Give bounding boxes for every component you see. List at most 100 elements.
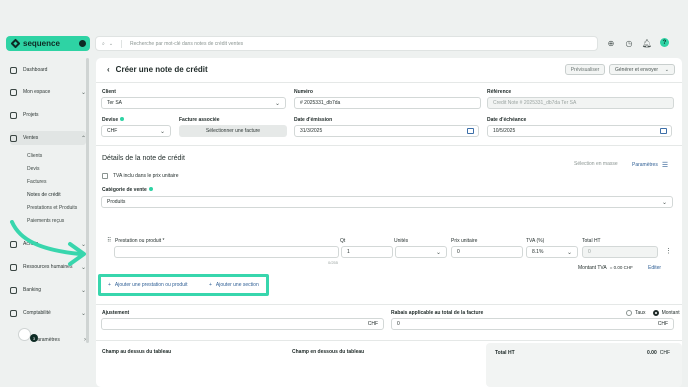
- generate-send-button[interactable]: Générer et envoyer ⌄: [609, 64, 675, 75]
- add-item-label: Ajouter une prestation ou produit: [114, 282, 188, 288]
- search-input[interactable]: Recherche par mot-clé dans notes de créd…: [130, 41, 243, 47]
- sidebar-item-label: Comptabilité: [23, 310, 51, 316]
- sidebar-item-mon-espace[interactable]: Mon espace ⌄: [10, 86, 86, 98]
- plus-icon: +: [209, 282, 212, 288]
- ajustement-input[interactable]: CHF: [101, 318, 384, 330]
- add-item-button[interactable]: + Ajouter une prestation ou produit: [108, 282, 187, 288]
- select-invoice-button[interactable]: Sélectionner une facture: [179, 125, 287, 137]
- chevron-down-icon: ⌄: [661, 199, 667, 206]
- montant-tva-value: = 0.00 CHF: [609, 265, 633, 270]
- client-label: Client: [102, 89, 116, 95]
- categorie-value: Produits: [107, 199, 126, 205]
- devise-value: CHF: [107, 128, 118, 134]
- page-title-text: Créer une note de crédit: [115, 65, 208, 74]
- sidebar-item-comptabilite[interactable]: Comptabilité ⌄: [10, 307, 86, 319]
- qt-input[interactable]: 1: [341, 246, 393, 258]
- montant-tva-label: Montant TVA: [578, 265, 607, 271]
- prestation-input[interactable]: [114, 246, 339, 258]
- section-divider: [96, 145, 682, 146]
- calendar-icon[interactable]: [467, 128, 474, 134]
- categorie-select[interactable]: Produits ⌄: [101, 196, 673, 208]
- sidebar-sub-prestations[interactable]: Prestations et Produits: [27, 205, 77, 211]
- client-value: Ter SA: [107, 100, 123, 106]
- edit-tva-link[interactable]: Editer: [648, 265, 661, 271]
- devise-select[interactable]: CHF ⌄: [101, 125, 171, 137]
- bag-icon: [10, 134, 17, 142]
- bell-icon[interactable]: 🔔︎: [642, 38, 652, 48]
- sidebar-item-ventes[interactable]: Ventes ⌃: [10, 131, 86, 145]
- reference-label: Référence: [487, 89, 512, 95]
- help-icon[interactable]: ?: [660, 38, 669, 47]
- sidebar-sub-devis[interactable]: Devis: [27, 166, 40, 172]
- home-icon: [10, 66, 17, 74]
- brand-badge-icon: [79, 40, 86, 47]
- brand-logo[interactable]: sequence: [6, 36, 90, 51]
- rabais-input[interactable]: 0 CHF: [391, 318, 674, 330]
- mass-selection[interactable]: Sélection en masse: [574, 161, 618, 167]
- tva-checkbox-row[interactable]: TVA inclu dans le prix unitaire: [102, 173, 179, 179]
- col-total: Total HT: [582, 238, 601, 244]
- total-ht-value: 0.00: [647, 350, 657, 356]
- total-ht-currency: CHF: [659, 350, 671, 356]
- add-section-button[interactable]: + Ajouter une section: [209, 282, 259, 288]
- add-icon[interactable]: ⊕: [606, 38, 616, 48]
- date-emission-label: Date d'émission: [294, 117, 333, 123]
- montant-label: Montant: [661, 310, 680, 316]
- sidebar-item-dashboard[interactable]: Dashboard: [10, 64, 86, 76]
- prix-input[interactable]: 0: [451, 246, 523, 258]
- info-icon: [120, 117, 125, 121]
- sidebar-sub-notes-de-credit[interactable]: Notes de crédit: [27, 192, 61, 198]
- col-prix: Prix unitaire: [451, 238, 478, 244]
- total-ht-label: Total HT: [495, 350, 515, 356]
- sidebar-item-projets[interactable]: Projets: [10, 109, 86, 121]
- preview-button[interactable]: Prévisualiser: [565, 64, 605, 75]
- avatar[interactable]: [18, 328, 31, 341]
- below-table-label: Champ en dessous du tableau: [292, 349, 365, 355]
- sidebar-item-label: Projets: [23, 112, 39, 118]
- chevron-down-icon: ⌄: [566, 249, 572, 256]
- search-bar[interactable]: ⌕ ⌄ Recherche par mot-clé dans notes de …: [95, 36, 598, 51]
- discount-mode: Taux Montant: [626, 310, 680, 316]
- sidebar-sub-clients[interactable]: Clients: [27, 153, 42, 159]
- date-emission-field[interactable]: 31/3/2025: [294, 125, 479, 137]
- calendar-icon[interactable]: [660, 128, 667, 134]
- clock-icon[interactable]: ◷: [624, 38, 634, 48]
- total-field: 0: [582, 246, 658, 258]
- date-echeance-label: Date d'échéance: [487, 117, 527, 123]
- rabais-label: Rabais applicable au total de la facture: [391, 310, 484, 316]
- sidebar-sub-factures[interactable]: Factures: [27, 179, 46, 185]
- sidebar-scrollbar[interactable]: [86, 58, 89, 343]
- taux-radio[interactable]: [626, 310, 632, 316]
- info-icon: [148, 187, 153, 191]
- tva-checkbox-label: TVA inclu dans le prix unitaire: [113, 173, 179, 179]
- back-icon[interactable]: ‹: [107, 65, 110, 74]
- sidebar-item-parametres[interactable]: Paramètres ›: [34, 334, 86, 346]
- tva-checkbox[interactable]: [102, 173, 108, 179]
- reference-field[interactable]: Credit Note # 2025331_db7da Ter SA: [487, 97, 674, 109]
- tva-value: 8.1%: [532, 249, 544, 255]
- client-select[interactable]: Ter SA ⌄: [101, 97, 286, 109]
- search-icon: ⌕: [102, 40, 105, 47]
- details-title: Détails de la note de crédit: [102, 155, 185, 162]
- drag-handle-icon[interactable]: ⠿: [107, 237, 111, 244]
- ajustement-unit: CHF: [367, 321, 378, 327]
- chevron-down-icon: ⌄: [159, 128, 165, 135]
- tva-select[interactable]: 8.1% ⌄: [526, 246, 578, 258]
- unites-select[interactable]: ⌄: [395, 246, 447, 258]
- numero-field[interactable]: # 2025331_db7da: [294, 97, 481, 109]
- montant-tva: Montant TVA = 0.00 CHF: [578, 265, 633, 271]
- chevron-down-icon[interactable]: ⌄: [109, 41, 113, 47]
- logo-mark-icon: [10, 38, 21, 49]
- bank-icon: [10, 286, 17, 294]
- sidebar-item-label: Dashboard: [23, 67, 48, 73]
- sidebar-item-banking[interactable]: Banking ⌄: [10, 284, 86, 296]
- montant-radio[interactable]: [652, 310, 659, 316]
- date-emission-value: 31/3/2025: [300, 128, 323, 134]
- parametres-link[interactable]: Paramètres ☰: [632, 161, 668, 169]
- date-echeance-field[interactable]: 10/5/2025: [487, 125, 672, 137]
- plus-icon: +: [108, 282, 111, 288]
- more-vertical-icon[interactable]: ⋮: [665, 247, 672, 255]
- facture-label: Facture associée: [179, 117, 220, 123]
- sidebar-item-label: Mon espace: [23, 89, 51, 95]
- date-echeance-value: 10/5/2025: [493, 128, 516, 134]
